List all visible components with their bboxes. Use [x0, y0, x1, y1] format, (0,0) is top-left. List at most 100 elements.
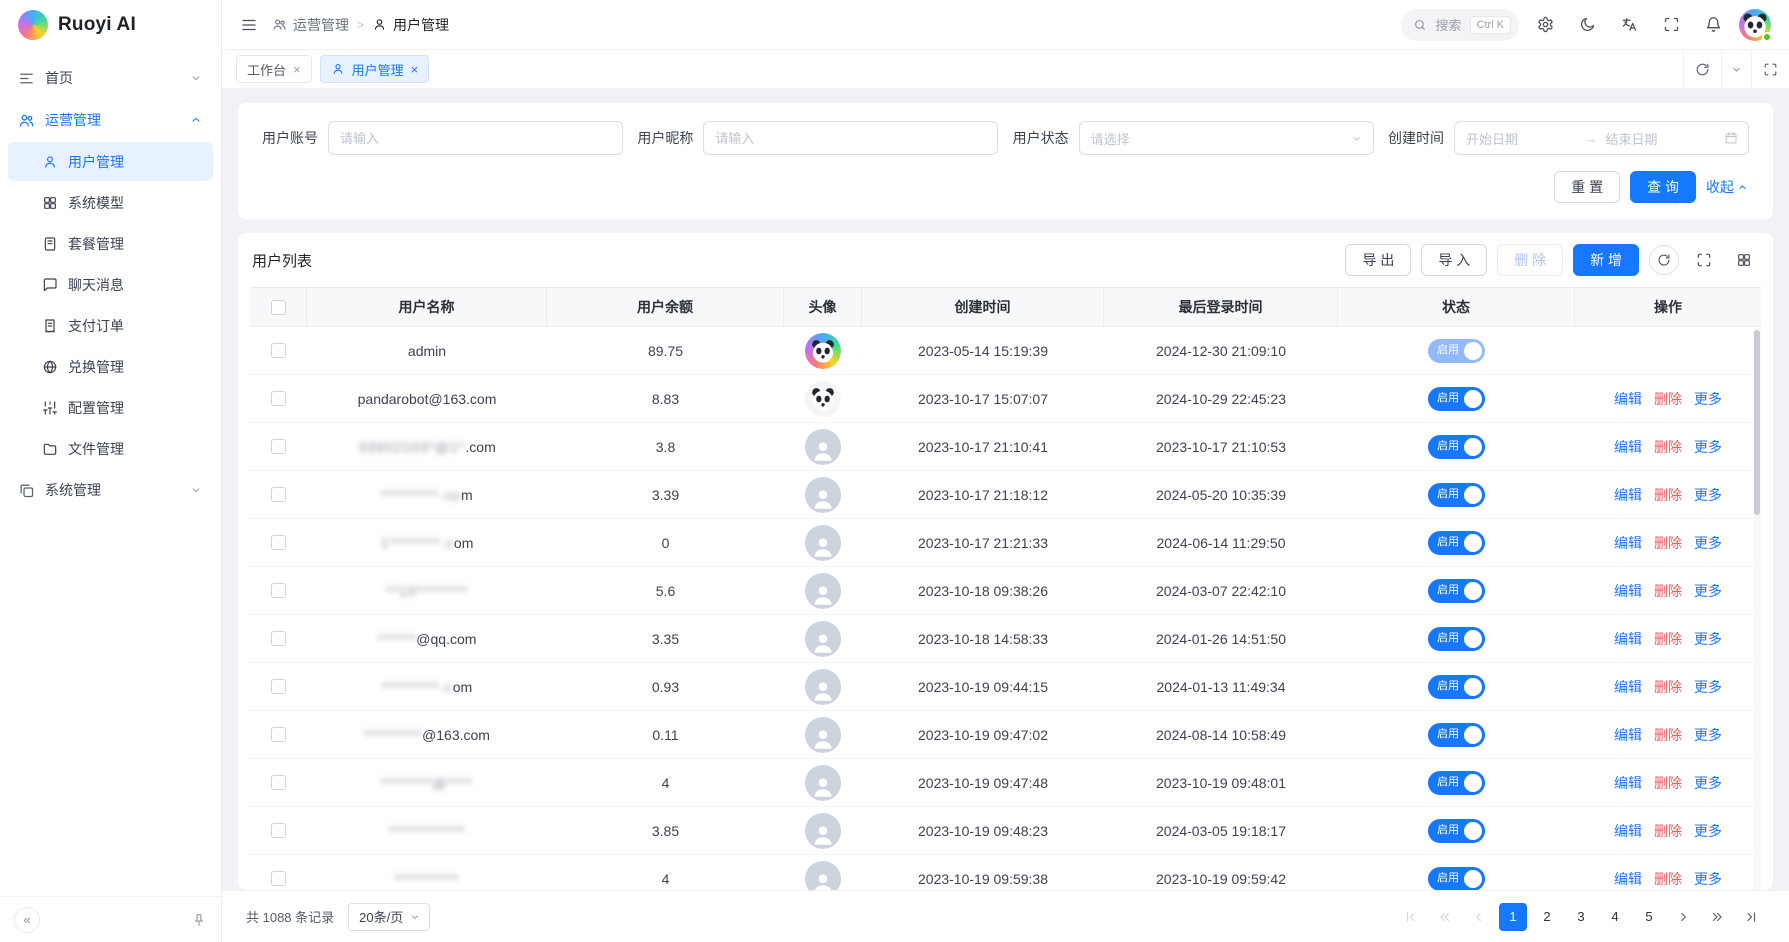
- delete-link[interactable]: 删除: [1654, 581, 1682, 601]
- more-link[interactable]: 更多: [1694, 725, 1722, 745]
- close-icon[interactable]: ×: [293, 63, 301, 76]
- breadcrumb-users[interactable]: 用户管理: [372, 15, 449, 35]
- status-toggle[interactable]: 启用: [1428, 435, 1485, 459]
- global-search[interactable]: 搜索 Ctrl K: [1401, 9, 1519, 41]
- delete-button[interactable]: 删 除: [1497, 244, 1563, 276]
- delete-link[interactable]: 删除: [1654, 677, 1682, 697]
- delete-link[interactable]: 删除: [1654, 485, 1682, 505]
- search-button[interactable]: 查 询: [1630, 171, 1696, 203]
- user-avatar-button[interactable]: [1739, 9, 1771, 41]
- refresh-tab-button[interactable]: [1683, 50, 1721, 88]
- more-link[interactable]: 更多: [1694, 437, 1722, 457]
- date-range-picker[interactable]: 开始日期 → 结束日期: [1454, 121, 1749, 155]
- status-toggle[interactable]: 启用: [1428, 387, 1485, 411]
- sidebar-item-operations[interactable]: 运营管理: [8, 100, 213, 140]
- more-link[interactable]: 更多: [1694, 485, 1722, 505]
- page-4-button[interactable]: 4: [1601, 903, 1629, 931]
- maximize-content-button[interactable]: [1751, 50, 1789, 88]
- edit-link[interactable]: 编辑: [1614, 677, 1642, 697]
- account-input[interactable]: [328, 121, 623, 155]
- edit-link[interactable]: 编辑: [1614, 485, 1642, 505]
- dark-mode-button[interactable]: [1571, 9, 1603, 41]
- edit-link[interactable]: 编辑: [1614, 821, 1642, 841]
- edit-link[interactable]: 编辑: [1614, 533, 1642, 553]
- collapse-sidebar-button[interactable]: «: [14, 907, 40, 933]
- delete-link[interactable]: 删除: [1654, 869, 1682, 889]
- row-checkbox[interactable]: [271, 583, 286, 598]
- pin-icon[interactable]: [191, 912, 207, 928]
- sidebar-item-config[interactable]: 配置管理: [8, 388, 213, 427]
- row-checkbox[interactable]: [271, 439, 286, 454]
- more-link[interactable]: 更多: [1694, 629, 1722, 649]
- page-1-button[interactable]: 1: [1499, 903, 1527, 931]
- sidebar-item-packages[interactable]: 套餐管理: [8, 224, 213, 263]
- status-toggle[interactable]: 启用: [1428, 723, 1485, 747]
- notifications-button[interactable]: [1697, 9, 1729, 41]
- edit-link[interactable]: 编辑: [1614, 389, 1642, 409]
- import-button[interactable]: 导 入: [1421, 244, 1487, 276]
- row-checkbox[interactable]: [271, 775, 286, 790]
- export-button[interactable]: 导 出: [1345, 244, 1411, 276]
- more-link[interactable]: 更多: [1694, 821, 1722, 841]
- sidebar-item-chat-messages[interactable]: 聊天消息: [8, 265, 213, 304]
- refresh-table-button[interactable]: [1649, 245, 1679, 275]
- maximize-table-button[interactable]: [1689, 245, 1719, 275]
- more-link[interactable]: 更多: [1694, 773, 1722, 793]
- edit-link[interactable]: 编辑: [1614, 725, 1642, 745]
- status-toggle[interactable]: 启用: [1428, 867, 1485, 891]
- more-link[interactable]: 更多: [1694, 869, 1722, 889]
- delete-link[interactable]: 删除: [1654, 629, 1682, 649]
- delete-link[interactable]: 删除: [1654, 725, 1682, 745]
- sidebar-item-payment-orders[interactable]: 支付订单: [8, 306, 213, 345]
- settings-button[interactable]: [1529, 9, 1561, 41]
- scrollbar-thumb[interactable]: [1754, 330, 1760, 515]
- sidebar-item-home[interactable]: 首页: [8, 58, 213, 98]
- fullscreen-button[interactable]: [1655, 9, 1687, 41]
- page-2-button[interactable]: 2: [1533, 903, 1561, 931]
- delete-link[interactable]: 删除: [1654, 437, 1682, 457]
- status-toggle[interactable]: 启用: [1428, 483, 1485, 507]
- row-checkbox[interactable]: [271, 727, 286, 742]
- sidebar-item-files[interactable]: 文件管理: [8, 429, 213, 468]
- delete-link[interactable]: 删除: [1654, 533, 1682, 553]
- sidebar-item-exchange[interactable]: 兑换管理: [8, 347, 213, 386]
- row-checkbox[interactable]: [271, 391, 286, 406]
- more-link[interactable]: 更多: [1694, 581, 1722, 601]
- close-icon[interactable]: ×: [411, 63, 419, 76]
- reset-button[interactable]: 重 置: [1554, 171, 1620, 203]
- status-toggle[interactable]: 启用: [1428, 675, 1485, 699]
- sidebar-item-models[interactable]: 系统模型: [8, 183, 213, 222]
- status-toggle[interactable]: 启用: [1428, 627, 1485, 651]
- edit-link[interactable]: 编辑: [1614, 581, 1642, 601]
- more-link[interactable]: 更多: [1694, 389, 1722, 409]
- more-link[interactable]: 更多: [1694, 533, 1722, 553]
- row-checkbox[interactable]: [271, 343, 286, 358]
- menu-toggle-icon[interactable]: [240, 16, 258, 34]
- delete-link[interactable]: 删除: [1654, 821, 1682, 841]
- edit-link[interactable]: 编辑: [1614, 869, 1642, 889]
- language-button[interactable]: [1613, 9, 1645, 41]
- last-page-button[interactable]: [1737, 903, 1765, 931]
- status-toggle[interactable]: 启用: [1428, 771, 1485, 795]
- column-settings-button[interactable]: [1729, 245, 1759, 275]
- sidebar-item-users[interactable]: 用户管理: [8, 142, 213, 181]
- tab-menu-button[interactable]: [1721, 50, 1751, 88]
- page-size-select[interactable]: 20条/页: [348, 903, 430, 931]
- add-button[interactable]: 新 增: [1573, 244, 1639, 276]
- jump-forward-button[interactable]: [1703, 903, 1731, 931]
- status-toggle[interactable]: 启用: [1428, 819, 1485, 843]
- edit-link[interactable]: 编辑: [1614, 773, 1642, 793]
- row-checkbox[interactable]: [271, 823, 286, 838]
- tab-users[interactable]: 用户管理 ×: [320, 55, 430, 83]
- status-select[interactable]: 请选择: [1079, 121, 1374, 155]
- first-page-button[interactable]: [1397, 903, 1425, 931]
- more-link[interactable]: 更多: [1694, 677, 1722, 697]
- status-toggle[interactable]: 启用: [1428, 579, 1485, 603]
- sidebar-item-system[interactable]: 系统管理: [8, 470, 213, 510]
- page-3-button[interactable]: 3: [1567, 903, 1595, 931]
- row-checkbox[interactable]: [271, 631, 286, 646]
- prev-page-button[interactable]: [1465, 903, 1493, 931]
- breadcrumb-operations[interactable]: 运营管理: [272, 15, 349, 35]
- edit-link[interactable]: 编辑: [1614, 437, 1642, 457]
- tab-workbench[interactable]: 工作台 ×: [236, 55, 312, 83]
